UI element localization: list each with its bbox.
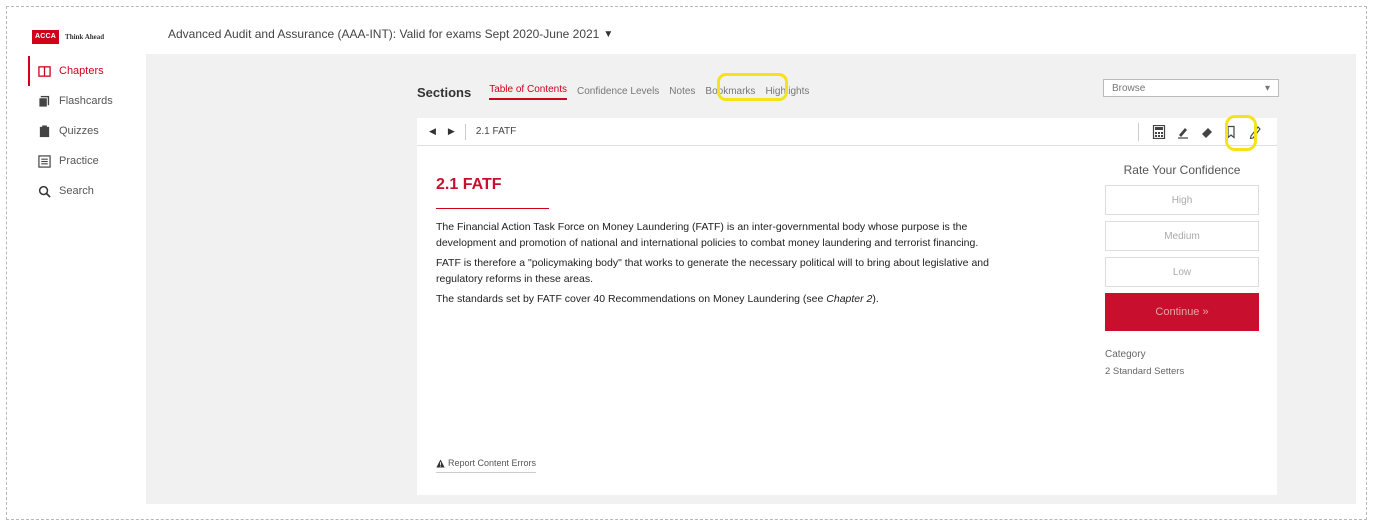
logo-tagline: Think Ahead: [65, 33, 105, 41]
sidebar-item-label: Chapters: [59, 65, 104, 77]
sidebar-item-label: Practice: [59, 155, 99, 167]
clipboard-icon: [39, 124, 50, 137]
browse-select[interactable]: Browse ▾: [1103, 79, 1279, 97]
logo-brand: ACCA: [32, 30, 60, 44]
acca-logo[interactable]: ACCA Think Ahead: [32, 30, 104, 44]
report-label: Report Content Errors: [448, 458, 537, 468]
paragraph-3-end: ).: [872, 293, 879, 305]
chapter-reference: Chapter 2: [826, 293, 873, 305]
confidence-title: Rate Your Confidence: [1123, 163, 1241, 177]
sections-label: Sections: [417, 85, 472, 100]
sidebar-item-search[interactable]: Search: [28, 176, 138, 206]
next-arrow-icon[interactable]: ▶: [448, 126, 455, 137]
breadcrumb: 2.1 FATF: [475, 126, 517, 137]
paragraph-1: The Financial Action Task Force on Money…: [436, 221, 979, 249]
heading-underline: [436, 208, 549, 209]
sidebar-item-label: Search: [59, 185, 94, 197]
highlighter-icon[interactable]: [1176, 125, 1190, 139]
reader-toolbar: ◀ ▶ 2.1 FATF: [417, 118, 1277, 146]
confidence-panel: Rate Your Confidence High Medium Low Con…: [1105, 163, 1259, 377]
confidence-high-button[interactable]: High: [1105, 185, 1259, 215]
toolbar-divider: [1138, 123, 1139, 141]
confidence-low-button[interactable]: Low: [1105, 257, 1259, 287]
toolbar-divider: [464, 123, 466, 140]
content-card: ◀ ▶ 2.1 FATF 2.1 FATF The Financial Acti…: [417, 118, 1277, 495]
caret-down-icon: ▼: [603, 28, 614, 40]
tab-table-of-contents[interactable]: Table of Contents: [489, 84, 568, 100]
sidebar-item-practice[interactable]: Practice: [28, 146, 138, 176]
tab-confidence-levels[interactable]: Confidence Levels: [577, 86, 659, 100]
calculator-icon[interactable]: [1152, 125, 1166, 139]
sidebar-item-label: Quizzes: [59, 125, 99, 137]
sidebar-item-label: Flashcards: [59, 95, 113, 107]
confidence-medium-button[interactable]: Medium: [1105, 221, 1259, 251]
browse-value: Browse: [1112, 82, 1146, 94]
bookmarks-highlight-ring: [717, 73, 788, 101]
book-icon: [38, 65, 51, 77]
continue-button[interactable]: Continue »: [1105, 293, 1259, 331]
cards-icon: [38, 95, 50, 108]
category-value: 2 Standard Setters: [1105, 366, 1185, 377]
category-label: Category: [1105, 349, 1146, 360]
eraser-icon[interactable]: [1200, 125, 1214, 139]
chevron-down-icon: ▾: [1264, 82, 1270, 94]
report-content-errors-link[interactable]: Report Content Errors: [436, 458, 537, 473]
section-heading: 2.1 FATF: [436, 176, 502, 193]
paragraph-2: FATF is therefore a "policymaking body" …: [436, 257, 989, 285]
tab-notes[interactable]: Notes: [669, 86, 695, 100]
bookmark-tool-highlight-ring: [1225, 115, 1257, 151]
search-icon: [38, 185, 51, 198]
paragraph-3: The standards set by FATF cover 40 Recom…: [436, 291, 996, 307]
sidebar-item-chapters[interactable]: Chapters: [28, 56, 138, 86]
sidebar: Chapters Flashcards Quizzes Practice Sea…: [28, 56, 138, 206]
course-title-dropdown[interactable]: Advanced Audit and Assurance (AAA-INT): …: [168, 27, 613, 41]
paragraph-3-text: The standards set by FATF cover 40 Recom…: [436, 293, 827, 305]
list-icon: [38, 154, 51, 168]
content-body: 2.1 FATF The Financial Action Task Force…: [436, 176, 996, 311]
sidebar-item-quizzes[interactable]: Quizzes: [28, 116, 138, 146]
prev-arrow-icon[interactable]: ◀: [429, 126, 436, 137]
warning-icon: [436, 458, 445, 468]
course-title: Advanced Audit and Assurance (AAA-INT): …: [168, 27, 600, 41]
sidebar-item-flashcards[interactable]: Flashcards: [28, 86, 138, 116]
